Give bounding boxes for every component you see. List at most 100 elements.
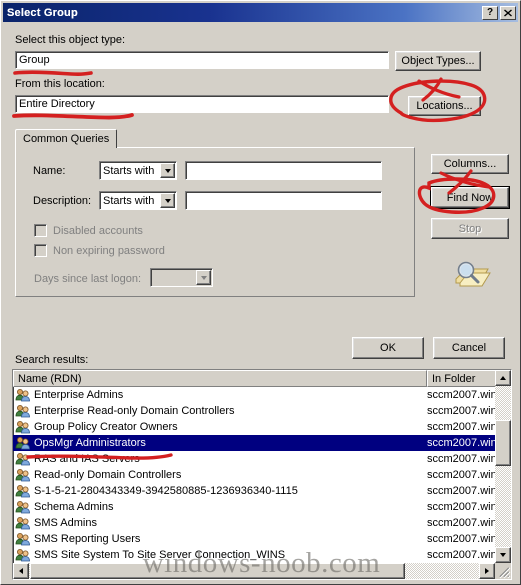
table-row[interactable]: S-1-5-21-2804343349-3942580885-123693634… — [13, 483, 511, 499]
row-name-label: Enterprise Admins — [34, 389, 124, 401]
row-folder-cell: sccm2007.wind.. — [427, 501, 497, 513]
row-folder-cell: sccm2007.wind.. — [427, 549, 497, 561]
table-row[interactable]: Enterprise Read-only Domain Controllers s… — [13, 403, 511, 419]
row-folder-cell: sccm2007.wind.. — [427, 437, 497, 449]
row-name-label: S-1-5-21-2804343349-3942580885-123693634… — [34, 485, 298, 497]
days-since-last-logon-select[interactable] — [150, 268, 213, 287]
description-input[interactable] — [185, 191, 382, 210]
non-expiring-password-checkbox[interactable] — [34, 244, 47, 257]
row-folder-cell: sccm2007.wind.. — [427, 389, 497, 401]
find-now-button[interactable]: Find Now — [431, 187, 509, 208]
chevron-down-icon[interactable] — [196, 270, 211, 285]
row-folder-cell: sccm2007.wind.. — [427, 469, 497, 481]
row-name-cell: Schema Admins — [13, 500, 427, 514]
cancel-button[interactable]: Cancel — [433, 337, 505, 359]
window-title: Select Group — [7, 6, 78, 19]
vertical-scrollbar[interactable] — [495, 370, 511, 563]
table-row[interactable]: RAS and IAS Servers sccm2007.wind.. — [13, 451, 511, 467]
row-name-label: Enterprise Read-only Domain Controllers — [34, 405, 235, 417]
underline-entire-directory-field — [12, 113, 134, 120]
description-label: Description: — [33, 195, 92, 207]
non-expiring-password-label: Non expiring password — [53, 244, 165, 257]
row-name-cell: SMS Site System To Site Server Connectio… — [13, 548, 427, 562]
location-input[interactable]: Entire Directory — [15, 95, 389, 113]
table-row[interactable]: SMS Admins sccm2007.wind.. — [13, 515, 511, 531]
name-input[interactable] — [185, 161, 382, 180]
query-tabstrip: Common Queries — [15, 129, 118, 148]
row-folder-cell: sccm2007.wind.. — [427, 405, 497, 417]
annotation-stroke-locations-tail — [417, 79, 461, 99]
object-type-input[interactable]: Group — [15, 51, 389, 69]
column-header-in-folder-label: In Folder — [432, 372, 476, 385]
scroll-up-button[interactable] — [495, 370, 511, 386]
chevron-down-icon[interactable] — [160, 163, 175, 178]
days-since-last-logon-label: Days since last logon: — [34, 273, 141, 285]
name-label: Name: — [33, 165, 66, 177]
row-name-cell: S-1-5-21-2804343349-3942580885-123693634… — [13, 484, 427, 498]
search-results-list[interactable]: Name (RDN) In Folder Enterprise Admins sc… — [12, 369, 512, 580]
search-results-label: Search results: — [15, 354, 89, 366]
table-row[interactable]: OpsMgr Administrators sccm2007.wind.. — [13, 435, 511, 451]
row-name-cell: RAS and IAS Servers — [13, 452, 427, 466]
horizontal-scrollbar[interactable] — [13, 563, 495, 579]
column-header-name[interactable]: Name (RDN) — [13, 370, 427, 387]
location-label: From this location: — [15, 78, 105, 90]
table-row[interactable]: Group Policy Creator Owners sccm2007.wind… — [13, 419, 511, 435]
row-folder-cell: sccm2007.wind.. — [427, 453, 497, 465]
row-name-label: Read-only Domain Controllers — [34, 469, 182, 481]
row-name-label: RAS and IAS Servers — [34, 453, 140, 465]
disabled-accounts-checkbox-row[interactable]: Disabled accounts — [34, 224, 143, 237]
row-name-label: Group Policy Creator Owners — [34, 421, 178, 433]
row-folder-cell: sccm2007.wind.. — [427, 421, 497, 433]
tab-common-queries[interactable]: Common Queries — [15, 129, 118, 148]
stop-button[interactable]: Stop — [431, 218, 509, 239]
disabled-accounts-checkbox[interactable] — [34, 224, 47, 237]
vscroll-thumb[interactable] — [495, 420, 511, 466]
vscroll-track[interactable] — [495, 370, 511, 563]
row-name-label: SMS Reporting Users — [34, 533, 141, 545]
select-group-dialog: Select Group ? Select this object type: … — [0, 0, 521, 585]
row-name-cell: OpsMgr Administrators — [13, 436, 427, 450]
locations-button[interactable]: Locations... — [408, 96, 481, 116]
name-operator-select[interactable]: Starts with — [99, 161, 177, 180]
close-icon[interactable] — [500, 5, 516, 20]
row-name-cell: Enterprise Read-only Domain Controllers — [13, 404, 427, 418]
row-name-label: OpsMgr Administrators — [34, 437, 146, 449]
table-row[interactable]: Read-only Domain Controllers sccm2007.win… — [13, 467, 511, 483]
object-types-button[interactable]: Object Types... — [395, 51, 481, 71]
ok-button[interactable]: OK — [352, 337, 424, 359]
table-row[interactable]: SMS Site System To Site Server Connectio… — [13, 547, 511, 563]
title-bar[interactable]: Select Group ? — [3, 3, 518, 22]
hscroll-thumb[interactable] — [30, 563, 405, 579]
list-header: Name (RDN) In Folder — [13, 370, 511, 387]
table-row[interactable]: Enterprise Admins sccm2007.wind.. — [13, 387, 511, 403]
non-expiring-password-checkbox-row[interactable]: Non expiring password — [34, 244, 165, 257]
disabled-accounts-label: Disabled accounts — [53, 224, 143, 237]
help-icon[interactable]: ? — [482, 5, 498, 20]
scroll-left-button[interactable] — [13, 563, 29, 579]
row-name-label: SMS Site System To Site Server Connectio… — [34, 549, 286, 561]
underline-group-field — [13, 70, 93, 76]
row-name-cell: Read-only Domain Controllers — [13, 468, 427, 482]
scroll-down-button[interactable] — [495, 547, 511, 563]
columns-button[interactable]: Columns... — [431, 154, 509, 174]
table-row[interactable]: Schema Admins sccm2007.wind.. — [13, 499, 511, 515]
row-folder-cell: sccm2007.wind.. — [427, 485, 497, 497]
chevron-down-icon[interactable] — [160, 193, 175, 208]
row-name-label: SMS Admins — [34, 517, 97, 529]
description-operator-select[interactable]: Starts with — [99, 191, 177, 210]
magnifier-folder-icon — [450, 259, 492, 293]
name-operator-value: Starts with — [103, 164, 155, 177]
resize-grip[interactable] — [495, 563, 511, 579]
table-row[interactable]: SMS Reporting Users sccm2007.wind.. — [13, 531, 511, 547]
row-name-cell: SMS Reporting Users — [13, 532, 427, 546]
row-name-label: Schema Admins — [34, 501, 114, 513]
list-rows: Enterprise Adminssccm2007.wind..Enterpri… — [13, 387, 511, 563]
row-folder-cell: sccm2007.wind.. — [427, 517, 497, 529]
annotation-stroke-find-now-tail — [439, 171, 491, 189]
scroll-right-button[interactable] — [479, 563, 495, 579]
row-folder-cell: sccm2007.wind.. — [427, 533, 497, 545]
description-operator-value: Starts with — [103, 194, 155, 207]
row-name-cell: SMS Admins — [13, 516, 427, 530]
object-type-label: Select this object type: — [15, 34, 126, 46]
